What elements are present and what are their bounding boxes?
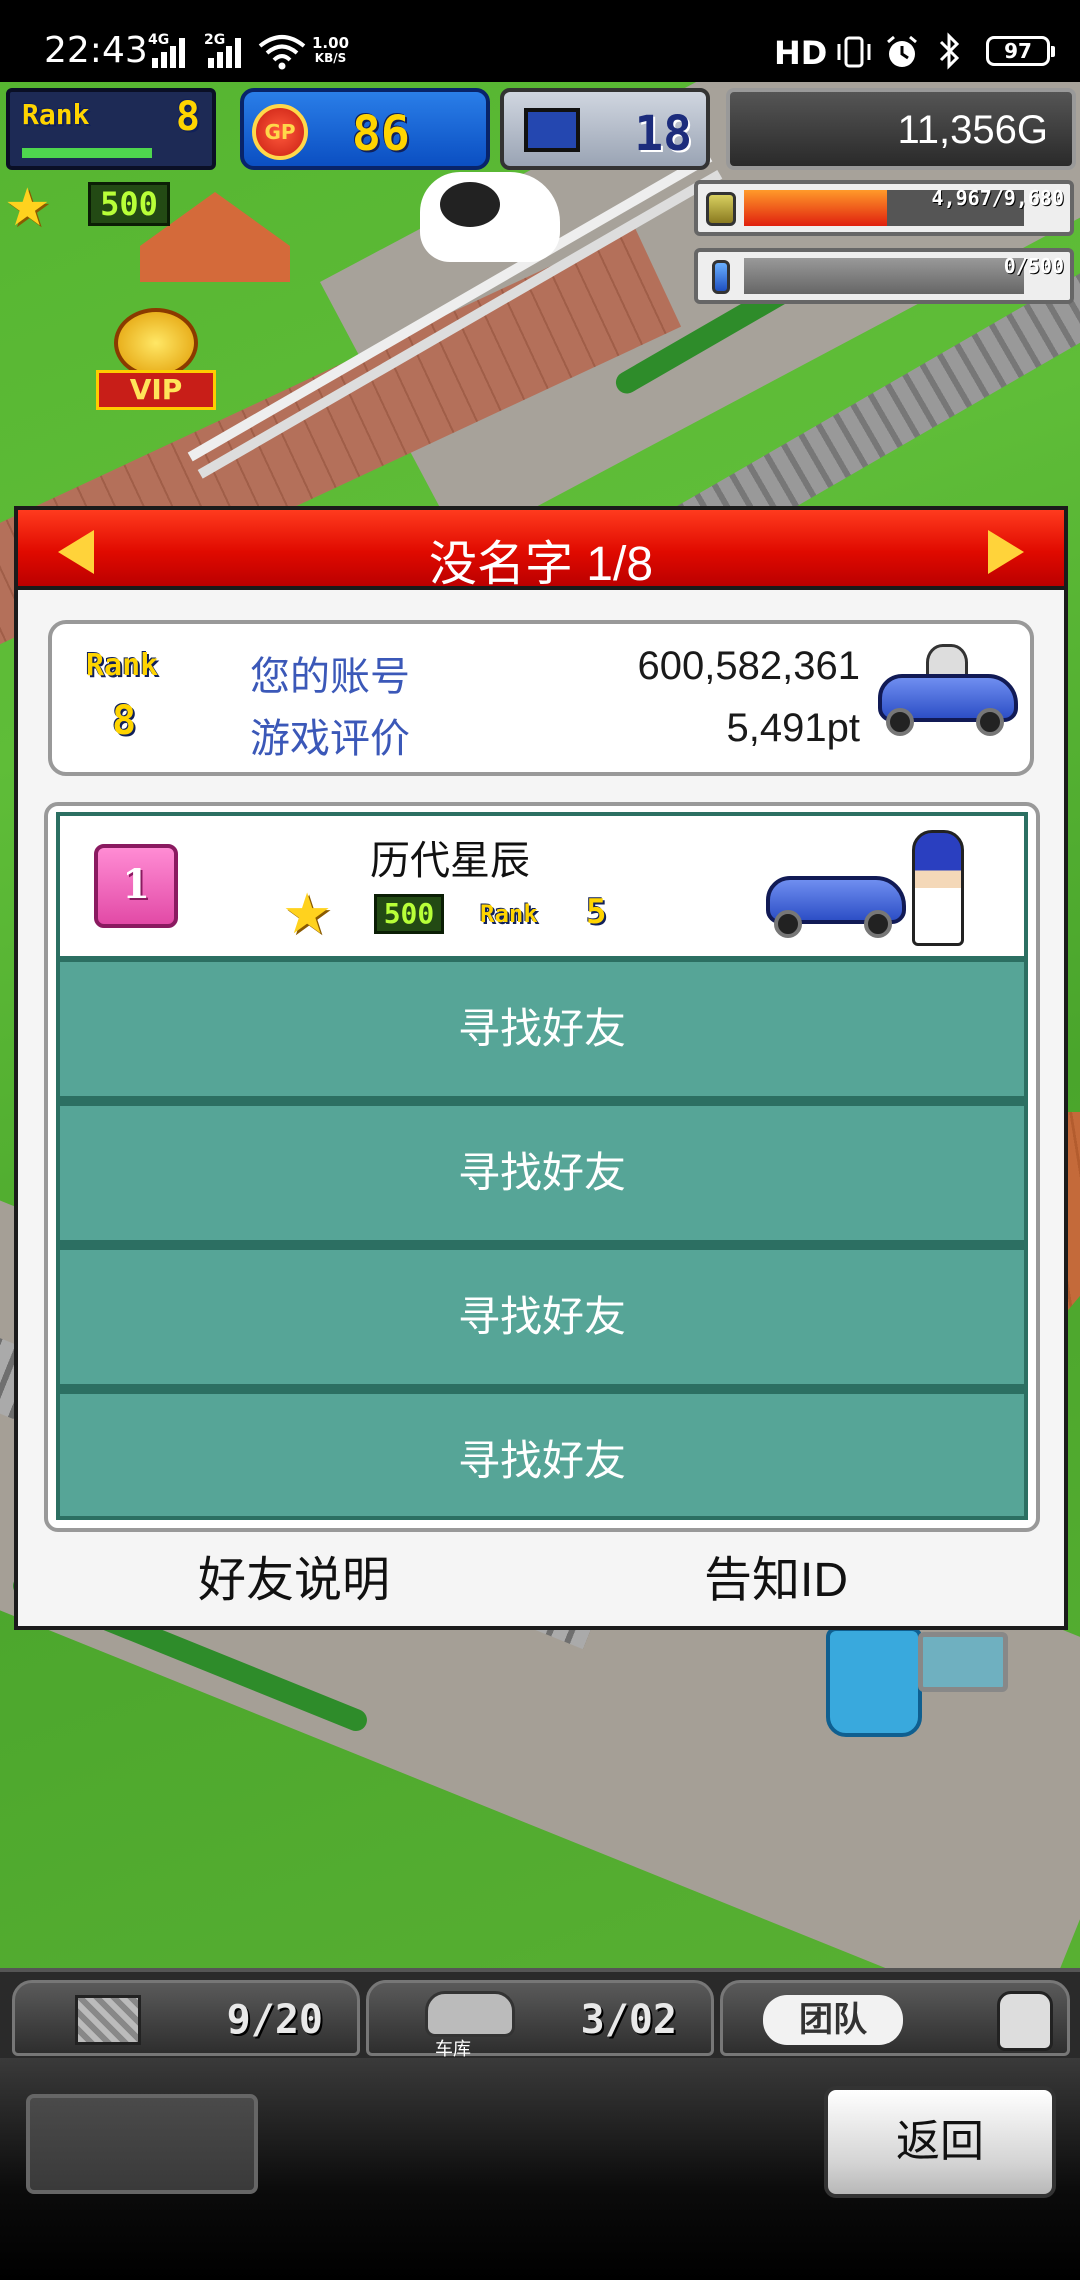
vibrate-icon	[837, 36, 871, 68]
gp-value: 86	[352, 106, 410, 162]
account-id-value: 600,582,361	[637, 644, 860, 688]
friend-star-value: 500	[374, 894, 444, 934]
dialog-title: 没名字 1/8	[428, 538, 654, 591]
signal-bars-icon	[150, 36, 190, 68]
friend-character-sprite	[912, 830, 964, 946]
find-friend-button[interactable]: 寻找好友	[60, 956, 1024, 1096]
info-box	[26, 2094, 258, 2194]
rank-progress-bar	[22, 148, 152, 158]
water-text: 0/500	[1003, 254, 1064, 278]
rank-panel[interactable]: Rank 8	[6, 88, 216, 170]
tab-items[interactable]: 9/20	[12, 1980, 360, 2056]
computer-value: 18	[634, 106, 692, 162]
find-friend-button[interactable]: 寻找好友	[60, 1388, 1024, 1516]
popularity-value: 500	[88, 182, 170, 226]
bottle-icon	[712, 260, 730, 294]
fuel-fill	[744, 190, 887, 226]
staff-face-icon	[997, 1991, 1053, 2051]
player-car-avatar	[872, 644, 1022, 736]
top-hud: Rank 8 GP 86 18 11,356G	[0, 84, 1080, 174]
friend-list: 1 历代星辰 ★ 500 Rank 5 寻找好友 寻找好友 寻找好友 寻找好友	[56, 812, 1028, 1520]
money-value: 11,356G	[897, 108, 1049, 152]
cow-sprite	[420, 172, 560, 262]
gp-coin-icon: GP	[252, 104, 308, 160]
battery-icon: 97	[986, 36, 1055, 66]
network-speed: 1.00 KB/S	[312, 34, 350, 66]
tab-team[interactable]: 团队	[720, 1980, 1070, 2056]
account-rank-value: 8	[112, 698, 137, 744]
gp-panel[interactable]: GP 86	[240, 88, 490, 170]
rank-value: 8	[175, 94, 200, 140]
money-panel: 11,356G	[726, 88, 1076, 170]
friend-rank-label: Rank	[480, 900, 538, 928]
garage-car-icon	[425, 1991, 515, 2037]
items-count: 9/20	[226, 1997, 323, 2043]
star-icon: ★	[282, 882, 333, 947]
wifi-icon	[258, 35, 306, 70]
account-card: Rank 8 您的账号 600,582,361 游戏评价 5,491pt	[48, 620, 1034, 776]
friends-dialog: 没名字 1/8 Rank 8 您的账号 600,582,361 游戏评价 5,4…	[14, 506, 1068, 1630]
game-rating-label: 游戏评价	[250, 717, 410, 761]
account-id-label: 您的账号	[250, 655, 410, 699]
computer-icon	[524, 108, 580, 152]
clock: 22:43	[44, 30, 148, 71]
find-friend-button[interactable]: 寻找好友	[60, 1100, 1024, 1240]
account-rank-label: Rank	[86, 648, 159, 683]
bottom-tabs: 9/20 车库 3/02 团队	[0, 1968, 1080, 2060]
slot-number-badge: 1	[94, 844, 178, 928]
team-label: 团队	[763, 1995, 903, 2045]
vip-label: VIP	[96, 370, 216, 410]
cart-sprite	[918, 1632, 1008, 1692]
coin-stack-icon	[706, 192, 736, 226]
fuel-text: 4,967/9,680	[931, 186, 1064, 210]
star-icon: ★	[4, 178, 51, 238]
friend-rank-value: 5	[586, 892, 607, 932]
notify-id-link[interactable]: 告知ID	[704, 1540, 848, 1610]
vip-badge[interactable]: VIP	[96, 308, 216, 418]
dialog-header: 没名字 1/8	[18, 510, 1064, 591]
friend-list-panel: 1 历代星辰 ★ 500 Rank 5 寻找好友 寻找好友 寻找好友 寻找好友	[44, 802, 1040, 1532]
next-arrow-icon[interactable]	[984, 530, 1024, 574]
fuel-gauge: 4,967/9,680	[694, 180, 1074, 236]
hd-indicator: HD	[774, 34, 828, 72]
back-button[interactable]: 返回	[824, 2086, 1056, 2198]
popularity-badge: ★ 500	[0, 176, 180, 238]
friend-row[interactable]: 1 历代星辰 ★ 500 Rank 5	[60, 816, 1024, 956]
bottom-panel: 返回	[0, 2058, 1080, 2280]
alarm-icon	[887, 35, 917, 67]
crown-icon	[114, 308, 198, 378]
computer-panel[interactable]: 18	[500, 88, 710, 170]
tab-garage[interactable]: 车库 3/02	[366, 1980, 714, 2060]
friend-name: 历代星辰	[370, 839, 530, 883]
signal-bars-icon	[206, 36, 246, 68]
garage-count: 3/02	[580, 1997, 677, 2043]
game-rating-value: 5,491pt	[726, 706, 860, 750]
find-friend-button[interactable]: 寻找好友	[60, 1244, 1024, 1384]
water-gauge: 0/500	[694, 248, 1074, 304]
friend-car-avatar	[760, 846, 910, 938]
rank-label: Rank	[22, 98, 90, 131]
trash-can-sprite	[826, 1627, 922, 1737]
friend-help-link[interactable]: 好友说明	[198, 1540, 390, 1610]
bluetooth-icon	[939, 32, 960, 70]
crate-icon	[75, 1995, 141, 2045]
status-bar: 22:43 4G 2G 1.00 KB/S HD 97	[0, 0, 1080, 82]
